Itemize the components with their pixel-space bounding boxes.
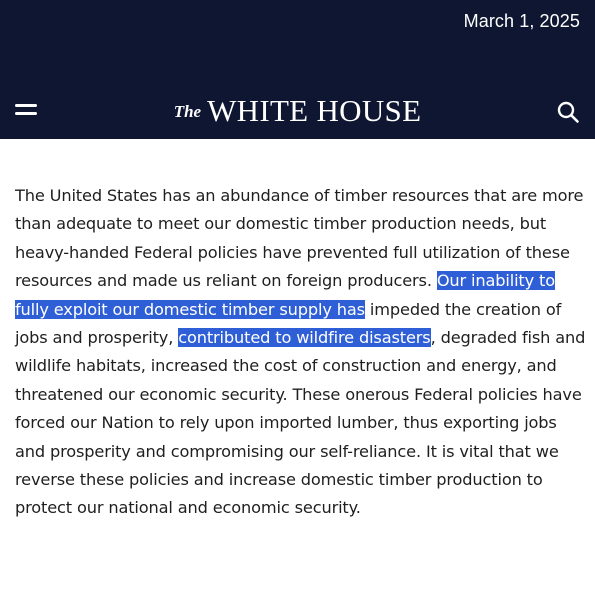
article-paragraph: The United States has an abundance of ti… xyxy=(15,182,590,523)
search-icon xyxy=(557,101,579,123)
date-label: March 1, 2025 xyxy=(463,11,580,31)
article-body: The United States has an abundance of ti… xyxy=(15,182,590,523)
site-logo[interactable]: The WHITE HOUSE xyxy=(0,93,595,129)
search-button[interactable] xyxy=(556,100,580,124)
selected-text-highlight-2: contributed to wildfire disasters xyxy=(178,328,431,348)
site-header: March 1, 2025 The WHITE HOUSE xyxy=(0,0,595,139)
paragraph-text-end: , degraded fish and wildlife habitats, i… xyxy=(15,328,586,518)
logo-main-text: WHITE HOUSE xyxy=(207,93,422,128)
logo-the-text: The xyxy=(173,102,202,121)
